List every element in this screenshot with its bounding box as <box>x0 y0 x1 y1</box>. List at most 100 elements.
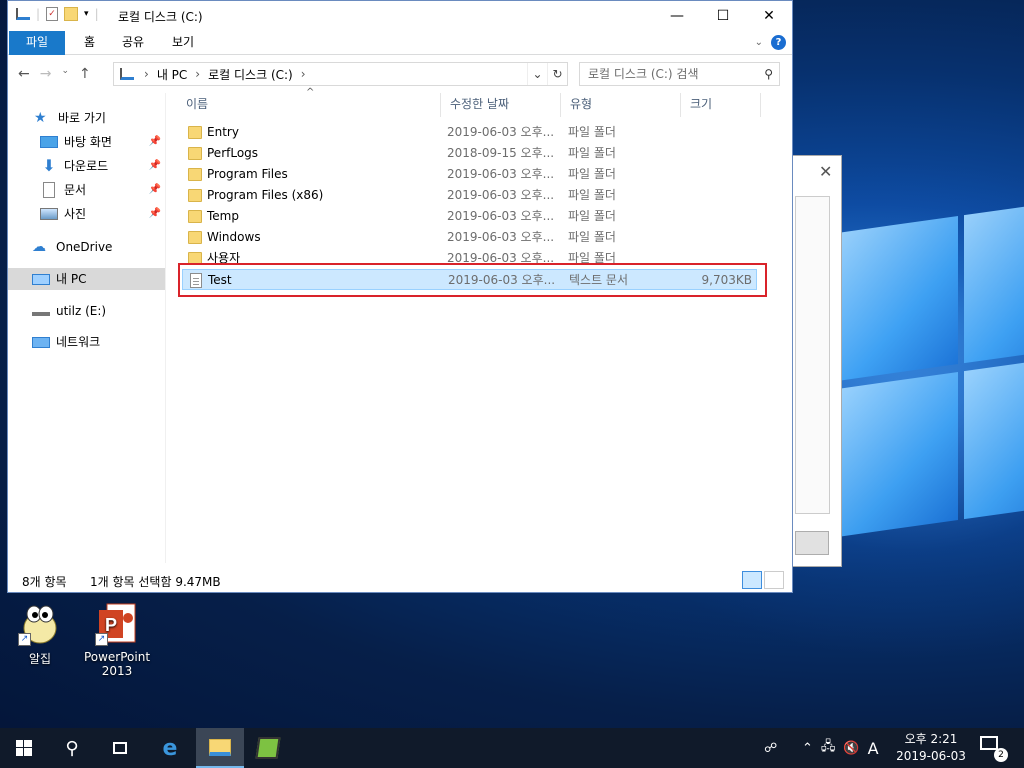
file-type: 파일 폴더 <box>568 188 616 202</box>
network-status-icon[interactable]: 🖧 <box>821 737 836 759</box>
tab-file[interactable]: 파일 <box>9 31 65 55</box>
desktop-icon-alzip[interactable]: ↗ 알집 <box>0 602 80 667</box>
selection-info: 1개 항목 선택함 9.47MB <box>90 575 221 589</box>
column-date[interactable]: 수정한 날짜 <box>441 93 561 117</box>
desktop-icon <box>40 136 58 148</box>
address-bar[interactable]: › 내 PC › 로컬 디스크 (C:) › ⌄ ↻ <box>113 62 568 86</box>
cloud-icon: ☁ <box>32 239 46 255</box>
minimize-button[interactable]: — <box>654 1 700 31</box>
desktop-icon-label: 알집 <box>28 652 52 666</box>
nav-this-pc[interactable]: 내 PC <box>8 268 165 290</box>
tab-share[interactable]: 공유 <box>108 31 158 55</box>
table-row[interactable]: Program Files 2019-06-03 오후... 파일 폴더 <box>182 164 757 185</box>
window-title: 로컬 디스크 (C:) <box>118 10 203 24</box>
powerpoint-icon: P ↗ <box>95 602 139 646</box>
task-view-button[interactable] <box>96 728 144 768</box>
shortcut-arrow-icon: ↗ <box>18 633 31 646</box>
table-row[interactable]: Windows 2019-06-03 오후... 파일 폴더 <box>182 227 757 248</box>
nav-usb-drive[interactable]: utilz (E:) <box>8 300 165 322</box>
forward-arrow-icon[interactable]: → <box>40 66 52 82</box>
up-arrow-icon[interactable]: ↑ <box>79 66 91 82</box>
pin-icon[interactable]: 📌 <box>149 155 161 177</box>
show-hidden-icons-icon[interactable]: ⌃ <box>802 741 813 756</box>
large-icons-view-icon[interactable] <box>764 571 784 589</box>
breadcrumb-separator-icon[interactable]: › <box>195 67 200 81</box>
chevron-down-icon[interactable]: ▾ <box>84 9 89 19</box>
file-explorer-icon <box>209 738 231 756</box>
file-name: Program Files <box>207 167 288 181</box>
network-icon <box>32 336 50 348</box>
nav-downloads[interactable]: ⬇ 다운로드 📌 <box>8 155 165 177</box>
details-view-icon[interactable] <box>742 571 762 589</box>
people-icon: ☍ <box>764 740 778 756</box>
nav-documents[interactable]: 문서 📌 <box>8 179 165 201</box>
breadcrumb-this-pc[interactable]: 내 PC <box>157 66 187 83</box>
column-size[interactable]: 크기 <box>681 93 761 117</box>
taskbar-file-explorer[interactable] <box>196 728 244 768</box>
status-bar: 8개 항목 1개 항목 선택함 9.47MB <box>8 569 792 593</box>
file-name: Program Files (x86) <box>207 188 324 202</box>
address-row: ← → ⌄ ↑ › 내 PC › 로컬 디스크 (C:) › ⌄ ↻ 로컬 디스… <box>8 55 792 93</box>
nav-pictures[interactable]: 사진 📌 <box>8 203 165 225</box>
taskbar-edge[interactable]: e <box>146 728 194 768</box>
tab-view[interactable]: 보기 <box>158 31 208 55</box>
background-dialog[interactable]: ✕ <box>790 155 842 567</box>
start-button[interactable] <box>0 728 48 768</box>
expand-ribbon-icon[interactable]: ⌄ <box>755 37 763 48</box>
search-input[interactable]: 로컬 디스크 (C:) 검색 ⚲ <box>579 62 780 86</box>
title-bar[interactable]: | ✓ ▾ | 로컬 디스크 (C:) — ☐ ✕ <box>8 1 792 31</box>
table-row[interactable]: PerfLogs 2018-09-15 오후... 파일 폴더 <box>182 143 757 164</box>
nav-label: 바로 가기 <box>58 111 106 125</box>
file-name: Windows <box>207 230 261 244</box>
breadcrumb-separator-icon[interactable]: › <box>301 67 306 81</box>
nav-quick-access[interactable]: ★ 바로 가기 <box>8 107 165 129</box>
pc-icon <box>120 68 134 80</box>
help-icon[interactable]: ? <box>771 35 786 50</box>
file-date: 2019-06-03 오후... <box>447 209 555 223</box>
file-type: 파일 폴더 <box>568 167 616 181</box>
tab-home[interactable]: 홈 <box>70 31 109 55</box>
file-date: 2019-06-03 오후... <box>447 167 555 181</box>
folder-icon <box>188 210 202 223</box>
ime-indicator[interactable]: A <box>868 739 879 758</box>
folder-icon <box>188 126 202 139</box>
nav-onedrive[interactable]: ☁ OneDrive <box>8 236 165 258</box>
volume-muted-icon[interactable]: 🔇 <box>843 741 859 756</box>
explorer-drive-icon[interactable] <box>16 8 30 20</box>
close-button[interactable]: ✕ <box>746 1 792 31</box>
back-arrow-icon[interactable]: ← <box>18 66 30 82</box>
address-dropdown-icon[interactable]: ⌄ <box>527 63 547 85</box>
nav-network[interactable]: 네트워크 <box>8 331 165 353</box>
dialog-button[interactable] <box>795 531 829 555</box>
properties-icon[interactable]: ✓ <box>46 7 59 21</box>
search-button[interactable]: ⚲ <box>48 728 96 768</box>
table-row[interactable]: Temp 2019-06-03 오후... 파일 폴더 <box>182 206 757 227</box>
close-icon[interactable]: ✕ <box>819 162 832 181</box>
search-placeholder: 로컬 디스크 (C:) 검색 <box>588 67 699 81</box>
action-center-button[interactable]: 2 <box>980 736 1008 762</box>
table-row[interactable]: Program Files (x86) 2019-06-03 오후... 파일 … <box>182 185 757 206</box>
nav-desktop[interactable]: 바탕 화면 📌 <box>8 131 165 153</box>
table-row[interactable]: Entry 2019-06-03 오후... 파일 폴더 <box>182 122 757 143</box>
breadcrumb-local-disk[interactable]: 로컬 디스크 (C:) <box>208 66 293 83</box>
tray-people[interactable]: ☍ <box>764 728 777 768</box>
maximize-button[interactable]: ☐ <box>700 1 746 31</box>
breadcrumb-separator-icon[interactable]: › <box>144 67 149 81</box>
pin-icon[interactable]: 📌 <box>149 179 161 201</box>
notification-icon <box>980 736 998 750</box>
refresh-icon[interactable]: ↻ <box>547 63 567 85</box>
pin-icon[interactable]: 📌 <box>149 203 161 225</box>
svg-text:P: P <box>105 615 117 635</box>
pin-icon[interactable]: 📌 <box>149 131 161 153</box>
desktop-icon-powerpoint[interactable]: P ↗ PowerPoint 2013 <box>77 602 157 678</box>
green-app-icon <box>255 737 281 759</box>
clock[interactable]: 오후 2:21 2019-06-03 <box>893 731 969 765</box>
new-folder-icon[interactable] <box>64 7 79 21</box>
search-icon[interactable]: ⚲ <box>764 63 773 85</box>
folder-icon <box>188 168 202 181</box>
column-type[interactable]: 유형 <box>561 93 681 117</box>
column-name[interactable]: 이름 <box>177 93 441 117</box>
taskbar-app[interactable] <box>244 728 292 768</box>
file-date: 2019-06-03 오후... <box>447 125 555 139</box>
recent-locations-icon[interactable]: ⌄ <box>61 66 69 82</box>
